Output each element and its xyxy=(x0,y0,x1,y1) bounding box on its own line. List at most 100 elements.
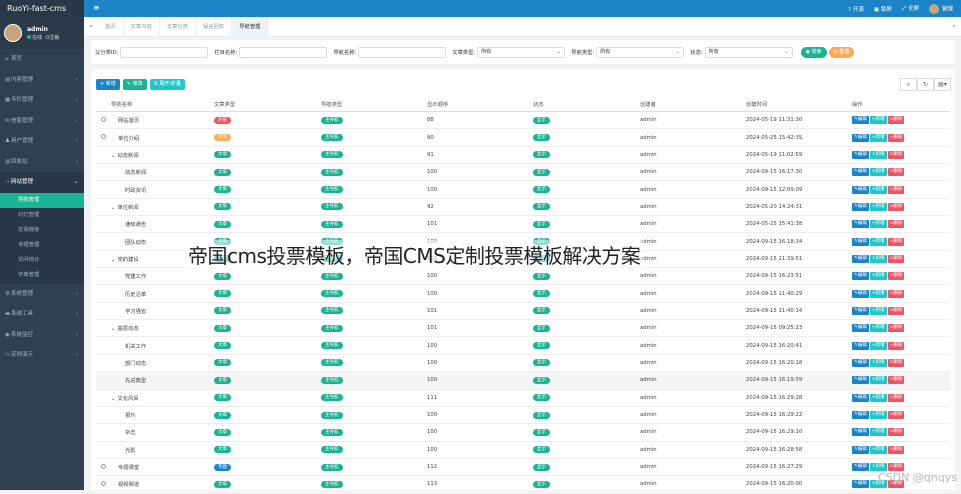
sidebar-subitem[interactable]: 专题管理 xyxy=(0,238,84,254)
row-delete-button[interactable]: ×删除 xyxy=(887,341,905,350)
header-nav-name[interactable]: 导航名称 xyxy=(111,100,214,108)
row-edit-button[interactable]: ✎编辑 xyxy=(852,168,869,177)
row-delete-button[interactable]: ×删除 xyxy=(887,463,905,472)
table-row[interactable]: ⌄ 单位新闻 文章 主导航 92 显示 admin 2024-05-20 14:24:31 ✎编… xyxy=(96,199,950,217)
table-row[interactable]: 网站首页 外链 主导航 88 显示 admin 2024-05-19 11:31:30 ✎编辑… xyxy=(96,112,950,130)
table-row[interactable]: 党建工作 文章 主导航 100 显示 admin 2024-09-15 16:23:51 ✎编… xyxy=(96,268,950,286)
header-article-type[interactable]: 文章类型 xyxy=(214,100,321,108)
menu-toggle-icon[interactable]: ≡ xyxy=(93,3,100,12)
row-add-button[interactable]: +新增 xyxy=(869,411,887,420)
toggle-search-icon[interactable]: ⌕ xyxy=(900,78,917,91)
expand-chevron-icon[interactable]: ⌄ xyxy=(111,326,115,332)
row-delete-button[interactable]: ×删除 xyxy=(887,428,905,437)
table-row[interactable]: ⌄ 文化风采 文章 主导航 111 显示 admin 2024-09-15 16:29:28 ✎… xyxy=(96,390,950,407)
row-edit-button[interactable]: ✎编辑 xyxy=(852,324,869,333)
table-row[interactable]: ⌄ 动态新闻 文章 主导航 91 显示 admin 2024-05-19 11:02:59 ✎编… xyxy=(96,147,950,165)
row-add-button[interactable]: +新增 xyxy=(869,185,887,194)
table-row[interactable]: 杂志 文章 主导航 100 显示 admin 2024-09-15 16:29:10 ✎编辑 +… xyxy=(96,424,950,442)
row-add-button[interactable]: +新增 xyxy=(869,272,887,281)
row-edit-button[interactable]: ✎编辑 xyxy=(852,220,869,229)
table-row[interactable]: 报刊 文章 主导航 100 显示 admin 2024-09-15 16:29:22 ✎编辑 +… xyxy=(96,407,950,425)
sidebar-subitem[interactable]: 访问统计 xyxy=(0,253,84,269)
row-add-button[interactable]: +新增 xyxy=(869,358,887,367)
row-edit-button[interactable]: ✎编辑 xyxy=(852,480,869,489)
row-delete-button[interactable]: ×删除 xyxy=(887,324,905,333)
tab-scroll-right-icon[interactable]: » xyxy=(947,17,961,37)
table-row[interactable]: 历史沿革 文章 主导航 100 显示 admin 2024-09-15 11:40:29 ✎编… xyxy=(96,285,950,303)
row-add-button[interactable]: +新增 xyxy=(869,202,887,211)
row-add-button[interactable]: +新增 xyxy=(869,393,887,402)
expand-chevron-icon[interactable]: ⌄ xyxy=(111,153,115,159)
table-row[interactable]: ⌄ 基层动态 文章 主导航 101 显示 admin 2024-09-15 09:25:23 ✎… xyxy=(96,320,950,338)
column-name-input[interactable] xyxy=(239,46,328,58)
table-row[interactable]: 时政资讯 文章 主导航 100 显示 admin 2024-09-15 12:09:09 ✎编… xyxy=(96,181,950,199)
sidebar-item-monitor[interactable]: ◉系统监控 ‹ xyxy=(0,325,84,346)
nav-name-input[interactable] xyxy=(358,46,447,58)
row-delete-button[interactable]: ×删除 xyxy=(887,289,905,298)
row-delete-button[interactable]: ×删除 xyxy=(887,185,905,194)
row-delete-button[interactable]: ×删除 xyxy=(887,376,905,385)
row-add-button[interactable]: +新增 xyxy=(869,116,887,125)
sidebar-item-users[interactable]: ♟用户管理 ‹ xyxy=(0,131,84,152)
table-row[interactable]: 视频频道 文章 主导航 113 显示 admin 2024-09-15 16:20:00 ✎编… xyxy=(96,476,950,494)
parent-id-input[interactable] xyxy=(120,46,209,58)
row-edit-button[interactable]: ✎编辑 xyxy=(852,428,869,437)
row-edit-button[interactable]: ✎编辑 xyxy=(852,116,869,125)
reset-button[interactable]: ↻ 重置 xyxy=(828,46,855,58)
sidebar-subitem[interactable]: 友情链接 xyxy=(0,222,84,239)
row-edit-button[interactable]: ✎编辑 xyxy=(852,185,869,194)
tab-item[interactable]: 文章分类 xyxy=(160,17,197,37)
row-add-button[interactable]: +新增 xyxy=(869,306,887,315)
table-row[interactable]: 通知通告 文章 主导航 101 显示 admin 2024-05-25 15:41:38 ✎编… xyxy=(96,216,950,234)
header-nav-type[interactable]: 导航类型 xyxy=(321,100,427,108)
row-edit-button[interactable]: ✎编辑 xyxy=(852,463,869,472)
row-edit-button[interactable]: ✎编辑 xyxy=(852,289,869,298)
sidebar-subitem[interactable]: 导航管理 xyxy=(0,192,84,208)
row-delete-button[interactable]: ×删除 xyxy=(887,220,905,229)
row-add-button[interactable]: +新增 xyxy=(869,324,887,333)
sidebar-item-gear[interactable]: ⚙系统管理 ‹ xyxy=(0,284,84,305)
sidebar-item-column[interactable]: ▦专栏管理 ‹ xyxy=(0,90,84,111)
tab-item[interactable]: 首页 xyxy=(98,17,124,37)
expand-chevron-icon[interactable]: ⌄ xyxy=(111,205,115,211)
sidebar-item-trash[interactable]: ▥回收站 ‹ xyxy=(0,152,84,173)
table-row[interactable]: 部门动态 文章 主导航 100 显示 admin 2024-09-15 16:20:18 ✎编… xyxy=(96,355,950,373)
header-create-time[interactable]: 创建时间 xyxy=(746,100,852,108)
columns-icon[interactable]: ▤▾ xyxy=(934,78,951,91)
row-delete-button[interactable]: ×删除 xyxy=(887,272,905,281)
table-row[interactable]: 动态新闻 文章 主导航 100 显示 admin 2024-09-15 16:17:30 ✎编… xyxy=(96,164,950,182)
header-status[interactable]: 状态 xyxy=(533,100,640,108)
sidebar-subitem[interactable]: 幻灯管理 xyxy=(0,207,84,223)
table-row[interactable]: 光影 文章 主导航 100 显示 admin 2024-09-15 16:28:58 ✎编辑 +… xyxy=(96,442,950,459)
edit-button[interactable]: ✎ 修改 xyxy=(122,79,147,90)
row-delete-button[interactable]: ×删除 xyxy=(887,306,905,315)
row-delete-button[interactable]: ×删除 xyxy=(887,358,905,367)
row-edit-button[interactable]: ✎编辑 xyxy=(852,202,869,211)
row-delete-button[interactable]: ×删除 xyxy=(887,393,905,402)
row-add-button[interactable]: +新增 xyxy=(869,237,887,246)
tab-item[interactable]: 文章内容 xyxy=(124,17,160,37)
row-delete-button[interactable]: ×删除 xyxy=(887,150,905,159)
user-menu[interactable]: 管理 xyxy=(928,3,953,14)
sidebar-item-mail[interactable]: ✉信箱管理 ‹ xyxy=(0,111,84,132)
expand-collapse-button[interactable]: ⇅ 展开/折叠 xyxy=(149,79,186,90)
nav-type-select[interactable]: 所有 xyxy=(596,46,685,58)
row-add-button[interactable]: +新增 xyxy=(869,133,887,142)
row-add-button[interactable]: +新增 xyxy=(869,168,887,177)
row-add-button[interactable]: +新增 xyxy=(869,220,887,229)
row-add-button[interactable]: +新增 xyxy=(869,445,887,454)
row-radio[interactable] xyxy=(101,463,106,469)
sidebar-item-home[interactable]: ⌂ 首页 xyxy=(0,49,84,70)
row-add-button[interactable]: +新增 xyxy=(869,428,887,437)
row-add-button[interactable]: +新增 xyxy=(869,376,887,385)
row-delete-button[interactable]: ×删除 xyxy=(887,411,905,420)
row-add-button[interactable]: +新增 xyxy=(869,341,887,350)
row-delete-button[interactable]: ×删除 xyxy=(887,133,905,142)
sidebar-item-tools[interactable]: ▬系统工具 ‹ xyxy=(0,304,84,325)
row-add-button[interactable]: +新增 xyxy=(869,463,887,472)
table-row[interactable]: 专题课堂 专题 主导航 112 显示 admin 2024-09-15 16:27:29 ✎编… xyxy=(96,459,950,477)
table-row[interactable]: 先进典型 文章 主导航 100 显示 admin 2024-09-15 16:19:59 ✎编… xyxy=(96,372,950,390)
logout-link[interactable]: 注销 xyxy=(49,35,59,41)
search-button[interactable]: ◉ 搜索 xyxy=(800,46,827,58)
row-edit-button[interactable]: ✎编辑 xyxy=(852,445,869,454)
